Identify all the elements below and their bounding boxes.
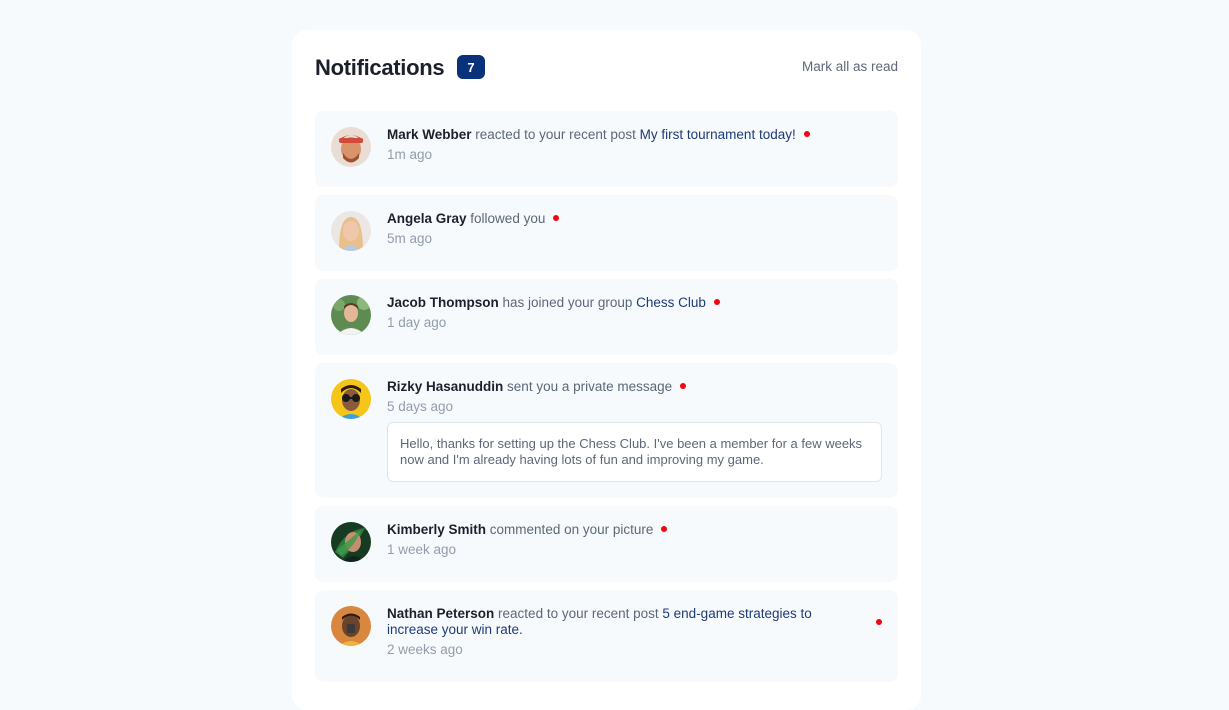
notification-text: Nathan Peterson reacted to your recent p… [387, 606, 827, 638]
group-link[interactable]: Chess Club [636, 295, 706, 310]
notification-list: Mark Webber reacted to your recent post … [315, 111, 898, 682]
notification-text: Jacob Thompson has joined your group Che… [387, 295, 827, 311]
action-text: reacted to your recent post [475, 127, 636, 142]
avatar[interactable] [331, 127, 371, 167]
avatar[interactable] [331, 522, 371, 562]
user-name[interactable]: Rizky Hasanuddin [387, 379, 503, 394]
timestamp: 5 days ago [387, 399, 454, 414]
action-text: sent you a private message [507, 379, 673, 394]
notification-text: Rizky Hasanuddin sent you a private mess… [387, 379, 827, 395]
unread-dot [803, 131, 810, 137]
avatar[interactable] [331, 211, 371, 251]
unread-dot [553, 215, 560, 221]
notification-item[interactable]: Rizky Hasanuddin sent you a private mess… [315, 363, 898, 498]
user-name[interactable]: Nathan Peterson [387, 606, 494, 621]
notification-item[interactable]: Nathan Peterson reacted to your recent p… [315, 590, 898, 682]
action-text: commented on your picture [489, 522, 654, 537]
timestamp: 5m ago [387, 231, 433, 246]
mark-all-read-button[interactable]: Mark all as read [802, 59, 898, 74]
unread-dot [661, 526, 668, 532]
timestamp: 1 week ago [387, 542, 457, 557]
notification-item[interactable]: Mark Webber reacted to your recent post … [315, 111, 898, 187]
notification-item[interactable]: Jacob Thompson has joined your group Che… [315, 279, 898, 355]
avatar[interactable] [331, 379, 371, 419]
notification-item[interactable]: Kimberly Smith commented on your picture… [315, 506, 898, 582]
user-name[interactable]: Jacob Thompson [387, 295, 499, 310]
unread-dot [876, 619, 882, 625]
notification-text: Kimberly Smith commented on your picture [387, 522, 827, 538]
user-name[interactable]: Mark Webber [387, 127, 472, 142]
timestamp: 1m ago [387, 147, 433, 162]
notification-text: Mark Webber reacted to your recent post … [387, 127, 827, 143]
private-message-preview[interactable]: Hello, thanks for setting up the Chess C… [387, 422, 882, 482]
user-name[interactable]: Angela Gray [387, 211, 467, 226]
user-name[interactable]: Kimberly Smith [387, 522, 486, 537]
post-link[interactable]: My first tournament today! [640, 127, 796, 142]
notification-item[interactable]: Angela Gray followed you 5m ago [315, 195, 898, 271]
notifications-card: Notifications 7 Mark all as read Mark We… [292, 30, 921, 710]
action-text: reacted to your recent post [498, 606, 659, 621]
page-title: Notifications [315, 55, 445, 80]
notification-text: Angela Gray followed you [387, 211, 827, 227]
avatar[interactable] [331, 606, 371, 646]
unread-dot [680, 383, 687, 389]
avatar[interactable] [331, 295, 371, 335]
unread-count-badge: 7 [457, 55, 485, 79]
action-text: has joined your group [502, 295, 633, 310]
action-text: followed you [470, 211, 546, 226]
unread-dot [713, 299, 720, 305]
timestamp: 1 day ago [387, 315, 447, 330]
notifications-header: Notifications 7 Mark all as read [315, 30, 898, 111]
timestamp: 2 weeks ago [387, 642, 463, 657]
